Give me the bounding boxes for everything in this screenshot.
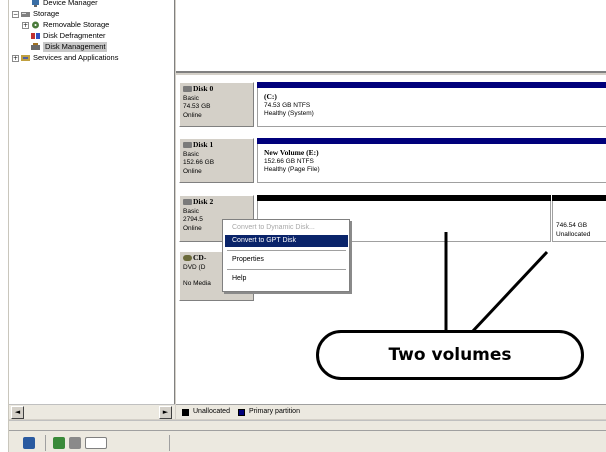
legend-bar: Unallocated Primary partition [176, 404, 606, 419]
device-manager-icon [32, 0, 39, 7]
taskbar-divider [169, 435, 170, 451]
region-size: 746.54 GB [556, 222, 588, 229]
expand-toggle[interactable]: + [22, 22, 29, 29]
volume-health: Healthy (System) [264, 110, 314, 117]
disk-context-menu: Convert to Dynamic Disk... Convert to GP… [222, 219, 350, 292]
unallocated-region-2[interactable]: 746.54 GB Unallocated [552, 195, 606, 242]
disk-size: 74.53 GB [183, 103, 211, 110]
disk-status: Online [183, 111, 202, 119]
primary-partition-bar [257, 138, 606, 144]
tree-item-label: Device Manager [43, 0, 98, 7]
services-icon [21, 55, 30, 61]
tree-item-label: Disk Management [43, 42, 108, 52]
disk-1-label[interactable]: Disk 1 Basic 152.66 GB Online [179, 138, 254, 183]
disk-type: Basic [183, 94, 199, 102]
menu-properties[interactable]: Properties [225, 254, 348, 266]
disk-icon [183, 86, 192, 93]
status-bar [9, 420, 606, 430]
tree-item-label: Removable Storage [43, 20, 110, 29]
region-state: Unallocated [556, 230, 591, 238]
volume-detail: 74.53 GB NTFS [264, 101, 311, 109]
console-tree: Device Manager − Storage + Removable Sto… [9, 0, 175, 404]
unallocated-bar [257, 195, 551, 201]
start-icon[interactable] [23, 437, 35, 449]
tree-item-label: Disk Defragmenter [43, 31, 106, 40]
removable-storage-icon [32, 21, 39, 29]
unallocated-bar [552, 195, 606, 201]
explorer-icon[interactable] [69, 437, 81, 449]
partition-e[interactable]: New Volume (E:) 152.66 GB NTFS Healthy (… [257, 138, 606, 183]
desktop-icon[interactable] [53, 437, 65, 449]
scroll-right-button[interactable]: ► [159, 406, 172, 419]
volume-health: Healthy (Page File) [264, 166, 320, 173]
scroll-left-button[interactable]: ◄ [11, 406, 24, 419]
partition-c[interactable]: (C:) 74.53 GB NTFS Healthy (System) [257, 82, 606, 127]
legend-primary: Primary partition [249, 408, 300, 415]
disk-name: CD- [193, 253, 207, 262]
volume-name: (C:) [264, 92, 277, 101]
tree-horizontal-scrollbar[interactable]: ◄ ► [9, 404, 175, 419]
volume-detail: 152.66 GB NTFS [264, 157, 314, 165]
disk-icon [183, 199, 192, 206]
unallocated-swatch [182, 409, 189, 416]
menu-convert-to-dynamic-disk[interactable]: Convert to Dynamic Disk... [225, 222, 348, 234]
legend-unallocated: Unallocated [193, 408, 230, 415]
disk-management-icon [31, 43, 40, 50]
taskbar [9, 430, 606, 452]
volume-name: New Volume (E:) [264, 148, 319, 157]
disk-management-window: Device Manager − Storage + Removable Sto… [0, 0, 606, 452]
disk-type: Basic [183, 207, 199, 215]
taskbar-divider [45, 435, 46, 451]
disk-icon [183, 142, 192, 149]
tree-item-label: Services and Applications [33, 53, 119, 62]
collapse-toggle[interactable]: − [12, 11, 19, 18]
primary-partition-bar [257, 82, 606, 88]
disk-size: 152.66 GB [183, 159, 215, 166]
disk-status: Online [183, 167, 202, 175]
menu-help[interactable]: Help [225, 273, 348, 285]
disk-name: Disk 2 [193, 197, 214, 206]
tree-item-label: Storage [33, 9, 60, 18]
disk-type: Basic [183, 150, 199, 158]
menu-convert-to-gpt-disk[interactable]: Convert to GPT Disk [225, 235, 348, 247]
callout-bubble: Two volumes [316, 330, 584, 380]
primary-swatch [238, 409, 245, 416]
menu-separator [227, 269, 346, 270]
volume-list-pane[interactable] [176, 0, 606, 73]
cd-drive-icon [183, 255, 192, 262]
expand-toggle[interactable]: + [12, 55, 19, 62]
menu-separator [227, 250, 346, 251]
disk-name: Disk 1 [193, 140, 214, 149]
taskbar-button[interactable] [85, 437, 107, 449]
disk-0-label[interactable]: Disk 0 Basic 74.53 GB Online [179, 82, 254, 127]
defragmenter-icon [31, 33, 40, 39]
storage-icon [21, 12, 30, 17]
disk-name: Disk 0 [193, 84, 214, 93]
